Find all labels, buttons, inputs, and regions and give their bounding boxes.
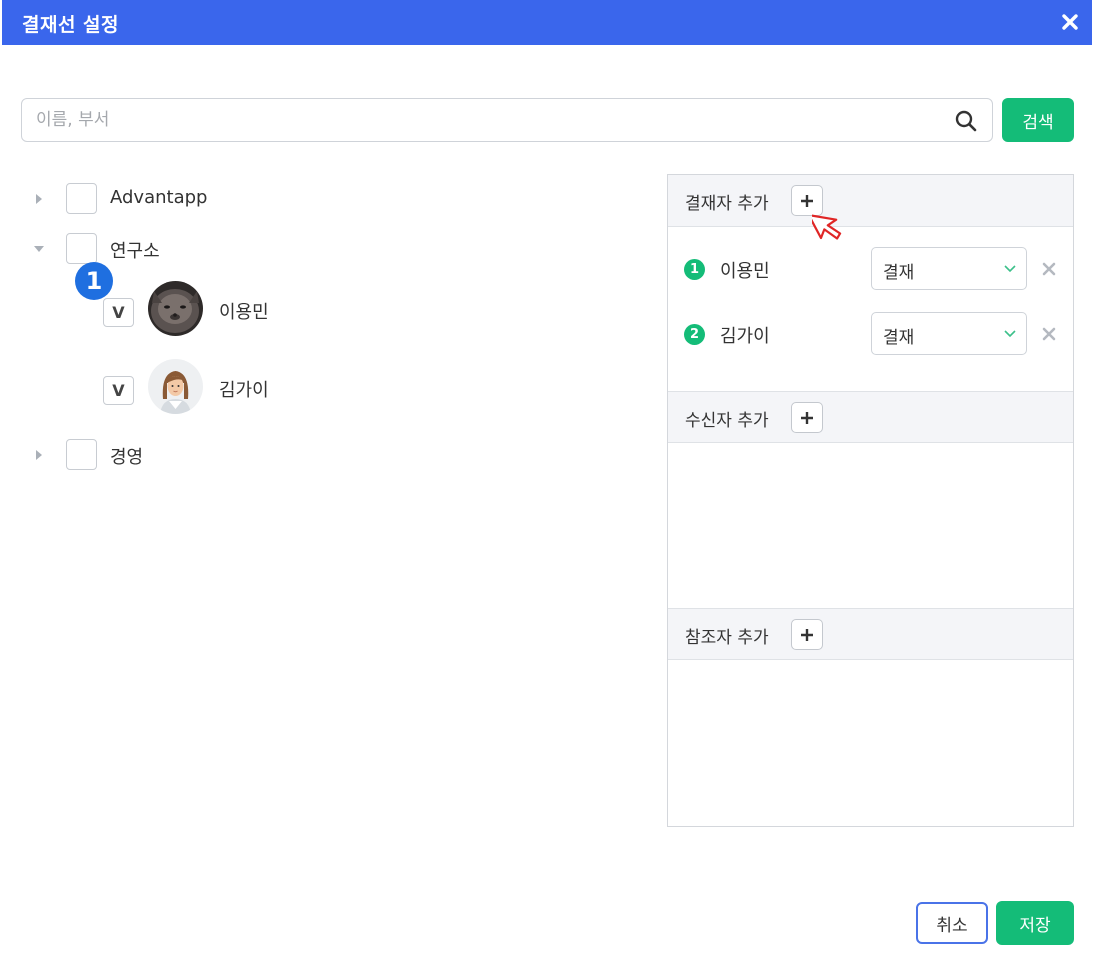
pointer-cursor-icon [812,213,842,240]
approvers-title: 결재자 추가 [685,194,769,214]
references-title: 참조자 추가 [685,628,769,648]
save-button[interactable]: 저장 [996,901,1074,945]
receivers-title: 수신자 추가 [685,411,769,431]
plus-icon [801,411,813,424]
approval-type-select[interactable]: 결재 [871,312,1027,355]
approval-type-value: 결재 [883,263,915,283]
checkbox-advantapp[interactable] [66,183,97,214]
receivers-header: 수신자 추가 [668,391,1073,443]
tree-node-label: Advantapp [110,187,208,208]
avatar-cat [148,281,203,336]
caret-down-icon[interactable] [32,242,46,256]
member-checkbox[interactable]: V [103,376,134,405]
search-icon[interactable] [954,109,978,133]
remove-icon[interactable] [1040,325,1058,343]
caret-right-icon[interactable] [32,192,46,206]
approver-row: 1 이용민 결재 [668,247,1073,291]
checkbox-research[interactable] [66,233,97,264]
plus-icon [801,628,813,641]
member-name: 이용민 [219,302,269,323]
approver-name: 김가이 [720,326,770,347]
search-button[interactable]: 검색 [1002,98,1074,142]
close-icon[interactable] [1056,8,1084,36]
checkbox-management[interactable] [66,439,97,470]
chevron-down-icon [1004,330,1016,338]
add-receiver-button[interactable] [791,402,823,433]
member-name: 김가이 [219,380,269,401]
add-reference-button[interactable] [791,619,823,650]
approver-name: 이용민 [720,261,770,282]
avatar-woman [148,359,203,414]
cancel-button[interactable]: 취소 [916,902,988,944]
approval-type-value: 결재 [883,328,915,348]
org-tree: Advantapp 연구소 1 V 이용민 V 김가이 경영 [0,0,660,960]
tree-node-label: 경영 [110,447,144,468]
remove-icon[interactable] [1040,260,1058,278]
tree-node-label: 연구소 [110,241,160,262]
caret-right-icon[interactable] [32,448,46,462]
chevron-down-icon [1004,265,1016,273]
approver-row: 2 김가이 결재 [668,312,1073,356]
step-badge: 1 [75,262,113,300]
approver-order-badge: 2 [684,324,705,345]
approval-panel: 결재자 추가 1 이용민 결재 2 김가이 결재 수신자 추가 참조자 추가 [667,174,1074,827]
member-checkbox[interactable]: V [103,298,134,327]
approval-type-select[interactable]: 결재 [871,247,1027,290]
references-header: 참조자 추가 [668,608,1073,660]
approver-order-badge: 1 [684,259,705,280]
approvers-header: 결재자 추가 [668,175,1073,227]
